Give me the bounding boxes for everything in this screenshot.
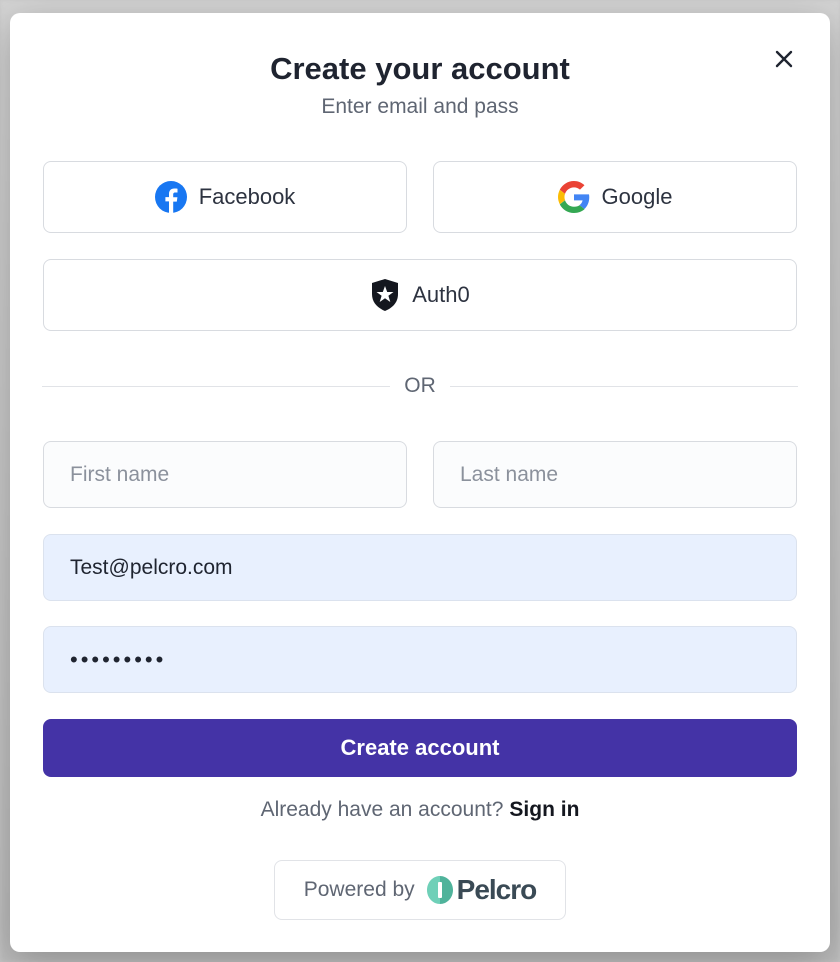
facebook-icon — [154, 181, 187, 213]
signin-row: Already have an account? Sign in — [10, 798, 830, 822]
signin-link[interactable]: Sign in — [509, 798, 579, 821]
facebook-label: Facebook — [198, 184, 296, 209]
password-input[interactable] — [43, 626, 797, 693]
google-label: Google — [601, 184, 673, 209]
google-icon — [557, 181, 589, 213]
powered-by-label: Powered by — [303, 878, 415, 901]
signin-prompt: Already have an account? — [260, 798, 504, 821]
auth0-label: Auth0 — [412, 282, 470, 307]
modal-title: Create your account — [270, 51, 570, 86]
first-name-input[interactable] — [43, 441, 407, 508]
google-login-button[interactable]: Google — [433, 161, 797, 233]
signup-modal: Create your account Enter email and pass… — [10, 13, 830, 952]
divider-label: OR — [404, 374, 436, 397]
auth0-login-button[interactable]: Auth0 — [43, 259, 797, 331]
divider-line — [449, 385, 798, 387]
powered-by-badge[interactable]: Powered by Pelcro — [274, 860, 566, 920]
pelcro-brand-name: Pelcro — [456, 874, 538, 905]
modal-subtitle: Enter email and pass — [321, 95, 519, 118]
auth0-icon — [372, 279, 399, 311]
pelcro-logo-icon — [426, 876, 453, 904]
or-divider: OR — [42, 373, 798, 399]
last-name-input[interactable] — [433, 441, 797, 508]
facebook-login-button[interactable]: Facebook — [43, 161, 407, 233]
email-input[interactable] — [43, 534, 797, 601]
pelcro-logo: Pelcro — [426, 874, 538, 906]
divider-line — [42, 385, 391, 387]
create-account-button[interactable]: Create account — [43, 719, 797, 777]
